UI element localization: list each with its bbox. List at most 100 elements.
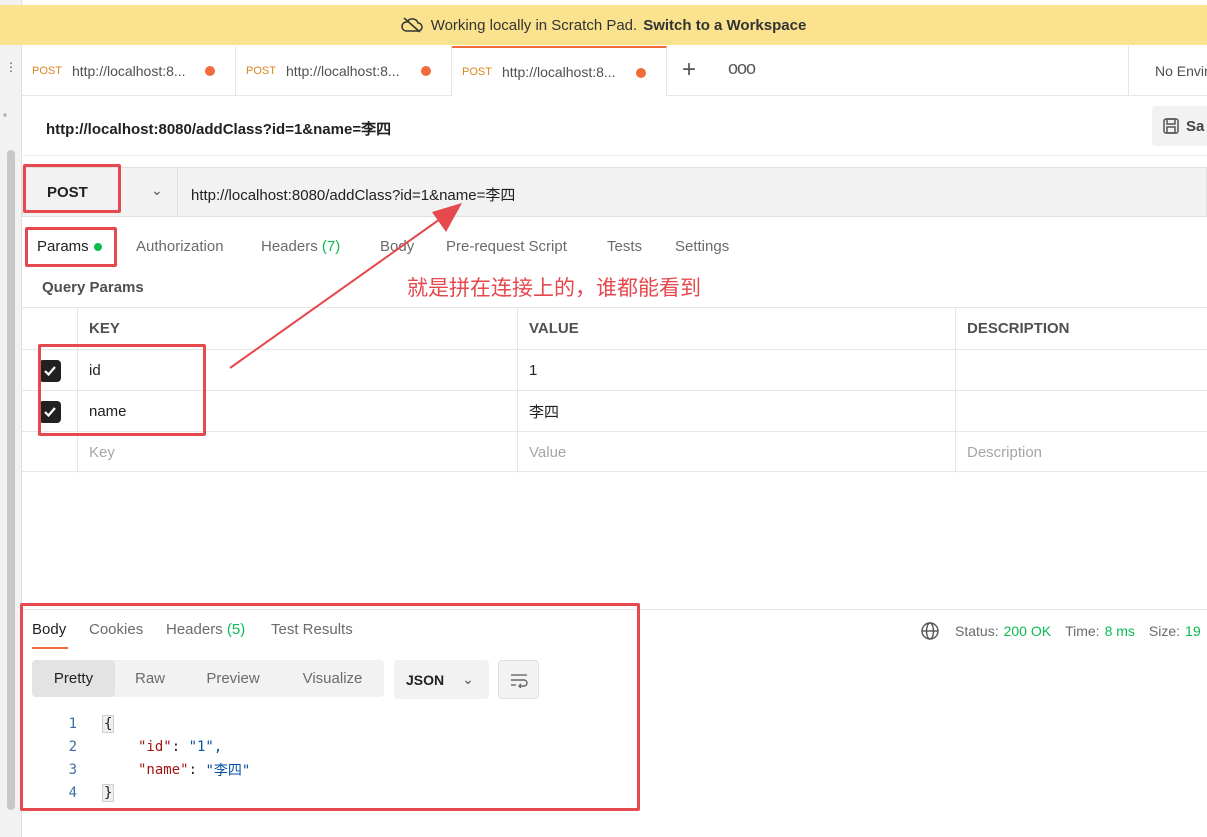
wrap-lines-icon [510,673,528,688]
table-row: name 李四 [22,390,1207,432]
tab-params[interactable]: Params [37,238,102,255]
status-value: 200 OK [1003,623,1052,639]
value-input-placeholder[interactable]: Value [517,432,955,473]
table-cell [22,350,77,391]
sidebar-scrollbar[interactable] [7,150,15,810]
tab-params-label: Params [37,238,89,255]
param-value-cell[interactable]: 1 [517,350,955,391]
json-key: "name" [138,761,189,778]
json-value: "李四" [205,762,251,779]
view-raw[interactable]: Raw [115,660,185,697]
code-line: 3 "name": "李四" [40,758,251,781]
json-colon: : [188,761,206,778]
environment-label: No Envir [1155,63,1207,79]
active-tab-underline [32,647,68,649]
param-description-cell[interactable] [955,350,1207,391]
response-headers-count: (5) [226,621,246,638]
json-value: "1", [188,738,223,755]
column-header-key: KEY [77,308,517,349]
banner-text: Working locally in Scratch Pad. [430,16,638,34]
table-row: id 1 [22,349,1207,391]
column-header-value: VALUE [517,308,955,349]
view-pretty[interactable]: Pretty [32,660,115,697]
response-tab-test-results[interactable]: Test Results [271,621,353,638]
param-key-cell[interactable]: id [77,350,517,391]
status-label: Status: [955,623,999,639]
request-tab-active[interactable]: POST http://localhost:8... [452,46,667,96]
response-tab-headers[interactable]: Headers (5) [166,621,245,638]
code-line: 2 "id": "1", [40,735,250,758]
url-input[interactable]: http://localhost:8080/addClass?id=1&name… [191,184,515,205]
description-input-placeholder[interactable]: Description [955,432,1207,473]
tab-title: http://localhost:8... [285,63,400,79]
save-button[interactable]: Sa [1152,106,1207,146]
row-checkbox[interactable] [38,359,61,382]
new-tab-plus-icon[interactable]: + [682,56,696,84]
row-checkbox[interactable] [38,400,61,423]
request-title[interactable]: http://localhost:8080/addClass?id=1&name… [46,118,391,139]
size-value: 19 [1185,623,1201,639]
tab-method: POST [246,65,276,77]
headers-count: (7) [321,238,341,255]
sidebar-small-icon[interactable]: ° [3,113,7,124]
response-headers-label: Headers [166,621,223,638]
request-tab[interactable]: POST http://localhost:8... [236,46,452,96]
table-header-row: KEY VALUE DESCRIPTION [22,307,1207,349]
sidebar-collapse-icon[interactable]: ⋮ [5,60,17,74]
checkmark-icon [43,365,56,376]
time-label: Time: [1065,623,1100,639]
format-label: JSON [406,671,445,688]
response-divider[interactable] [22,609,1207,610]
request-tab[interactable]: POST http://localhost:8... [22,46,236,96]
tab-headers[interactable]: Headers (7) [261,238,340,255]
response-tab-body[interactable]: Body [32,621,66,638]
json-key: "id" [138,738,172,755]
response-tab-cookies[interactable]: Cookies [89,621,143,638]
tab-body[interactable]: Body [380,238,414,255]
chevron-down-icon: ⌄ [151,182,163,198]
tab-prerequest-script[interactable]: Pre-request Script [446,238,567,255]
param-description-cell[interactable] [955,391,1207,432]
table-cell [22,432,77,473]
table-row-empty: Key Value Description [22,431,1207,473]
key-input-placeholder[interactable]: Key [77,432,517,473]
table-cell [22,391,77,432]
format-select[interactable]: JSON ⌄ [394,660,489,699]
table-cell [22,308,77,349]
tab-tests[interactable]: Tests [607,238,642,255]
params-active-dot-icon [93,243,102,252]
tab-headers-label: Headers [261,238,318,255]
more-tabs-icon[interactable]: ooo [728,58,756,79]
unsaved-dot-icon [421,66,431,76]
save-icon [1163,118,1179,134]
line-number: 2 [68,738,77,755]
tab-title: http://localhost:8... [71,63,186,79]
response-code-block[interactable]: 1 { 2 "id": "1", 3 "name": "李四" 4 } [40,712,250,804]
view-visualize[interactable]: Visualize [281,660,384,697]
scratch-pad-banner: Working locally in Scratch Pad. Switch t… [0,5,1207,45]
tab-settings[interactable]: Settings [675,238,729,255]
method-label: POST [47,184,88,201]
environment-selector[interactable]: No Envir [1128,46,1207,96]
wrap-lines-button[interactable] [498,660,539,699]
code-line: 1 { [40,712,250,735]
left-sidebar-strip: ⋮ ° [0,0,22,837]
close-brace: } [102,783,115,802]
globe-icon[interactable] [920,621,940,641]
line-number: 1 [68,715,77,732]
tab-method: POST [32,65,62,77]
param-key-cell[interactable]: name [77,391,517,432]
tab-title: http://localhost:8... [501,64,616,80]
view-preview[interactable]: Preview [185,660,281,697]
method-select[interactable]: POST ⌄ [23,168,178,216]
request-section-tabs: Params Authorization Headers (7) Body Pr… [22,226,1207,266]
save-label: Sa [1186,117,1205,135]
size-label: Size: [1148,623,1181,639]
annotation-text: 就是拼在连接上的，谁都能看到 [407,276,701,300]
switch-workspace-link[interactable]: Switch to a Workspace [643,17,806,34]
unsaved-dot-icon [636,68,646,78]
query-params-table: KEY VALUE DESCRIPTION id 1 name 李四 Key V… [22,307,1207,473]
param-value-cell[interactable]: 李四 [517,391,955,432]
chevron-down-icon: ⌄ [462,671,474,687]
tab-authorization[interactable]: Authorization [136,238,224,255]
